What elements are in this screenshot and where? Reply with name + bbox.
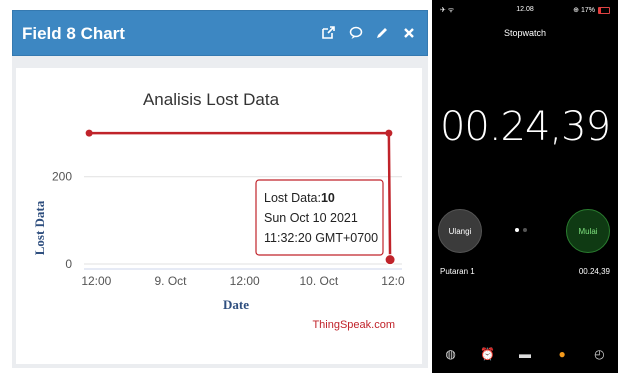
tab-bedtime[interactable]: ▬ bbox=[510, 343, 540, 363]
start-button[interactable]: Mulai bbox=[566, 209, 610, 253]
stopwatch-time: 00.24,39 bbox=[439, 104, 611, 150]
y-tick-labels: 0 200 bbox=[52, 170, 72, 271]
page-indicator-active bbox=[515, 228, 519, 232]
y-axis-title: Lost Data bbox=[32, 200, 47, 255]
alarm-icon: ⏰ bbox=[480, 347, 496, 361]
tooltip-time: 11:32:20 GMT+0700 bbox=[264, 231, 378, 245]
page-indicator bbox=[523, 228, 527, 232]
tooltip-label: Lost Data: bbox=[264, 191, 321, 205]
edit-icon[interactable] bbox=[372, 23, 392, 43]
tooltip-value: 10 bbox=[321, 191, 335, 205]
widget-title: Field 8 Chart bbox=[22, 24, 125, 43]
timer-icon: ◴ bbox=[594, 347, 605, 361]
close-icon[interactable] bbox=[399, 23, 419, 43]
x-tick-label: 12:0 bbox=[381, 274, 405, 288]
lap-button[interactable]: Ulangi bbox=[438, 209, 482, 253]
chart-credits[interactable]: ThingSpeak.com bbox=[312, 319, 395, 331]
status-bar: ✈ ᯤ 12.08 ⊕ 17% bbox=[432, 0, 618, 18]
widget-body: Analisis Lost Data Lost Data Date 0 200 1… bbox=[12, 56, 428, 368]
status-right: ⊕ 17% bbox=[573, 6, 610, 14]
tab-stopwatch[interactable]: ● bbox=[547, 343, 577, 363]
svg-text:Lost Data:10: Lost Data:10 bbox=[264, 191, 335, 205]
data-point bbox=[385, 129, 393, 137]
external-link-icon[interactable] bbox=[318, 23, 338, 43]
tab-world-clock[interactable]: ◍ bbox=[436, 343, 466, 363]
battery-icon bbox=[598, 6, 610, 14]
bed-icon: ▬ bbox=[518, 347, 531, 361]
data-point bbox=[85, 129, 93, 137]
x-tick-label: 10. Oct bbox=[299, 274, 338, 288]
tab-timer[interactable]: ◴ bbox=[584, 343, 614, 363]
data-point bbox=[384, 254, 396, 266]
battery-percent: ⊕ 17% bbox=[573, 7, 595, 14]
chart-title: Analisis Lost Data bbox=[143, 90, 280, 109]
tab-alarm[interactable]: ⏰ bbox=[473, 343, 503, 363]
x-tick-labels: 12:00 9. Oct 12:00 10. Oct 12:0 bbox=[81, 274, 405, 288]
lap-time: 00.24,39 bbox=[578, 267, 610, 276]
y-tick-label: 200 bbox=[52, 170, 72, 184]
x-axis-title: Date bbox=[223, 297, 249, 312]
lap-label: Putaran 1 bbox=[440, 267, 475, 276]
stopwatch-icon: ● bbox=[558, 347, 566, 361]
x-tick-label: 12:00 bbox=[81, 274, 111, 288]
line-chart: Analisis Lost Data Lost Data Date 0 200 1… bbox=[32, 90, 405, 331]
widget-header: Field 8 Chart bbox=[12, 10, 428, 56]
page-title: Stopwatch bbox=[503, 28, 547, 38]
x-tick-label: 12:00 bbox=[230, 274, 260, 288]
tooltip-date: Sun Oct 10 2021 bbox=[264, 211, 358, 225]
comment-icon[interactable] bbox=[346, 23, 366, 43]
y-tick-label: 0 bbox=[65, 257, 72, 271]
x-tick-label: 9. Oct bbox=[155, 274, 188, 288]
phone-stopwatch-screen: ✈ ᯤ 12.08 ⊕ 17% Stopwatch 00.24,39 Ulang… bbox=[432, 0, 618, 373]
globe-icon: ◍ bbox=[445, 347, 456, 361]
tooltip: Lost Data:10 Sun Oct 10 2021 11:32:20 GM… bbox=[255, 179, 384, 256]
tab-bar: ◍ ⏰ ▬ ● ◴ bbox=[432, 343, 618, 373]
chart-area: Analisis Lost Data Lost Data Date 0 200 1… bbox=[16, 68, 422, 364]
thingspeak-widget: Field 8 Chart Analisis Lost Data Lost Da… bbox=[0, 0, 432, 373]
